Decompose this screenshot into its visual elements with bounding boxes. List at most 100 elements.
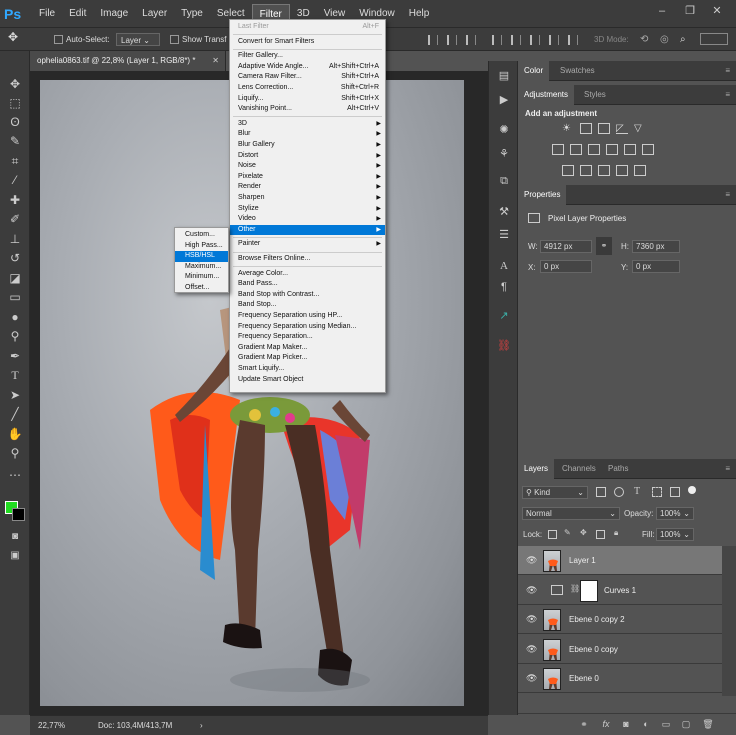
layer-name[interactable]: Ebene 0 copy 2	[569, 605, 625, 634]
filter-type-icon[interactable]: T	[634, 486, 640, 497]
panel-menu-icon[interactable]: ≡	[725, 90, 730, 99]
eraser-tool-icon[interactable]: ◪	[7, 270, 23, 286]
3d-rotate-icon[interactable]: ⟲	[640, 33, 648, 46]
filter-item-vanishing-point[interactable]: Vanishing Point... Alt+Ctrl+V	[230, 104, 385, 115]
filter-item-pixelate[interactable]: Pixelate ▶	[230, 172, 385, 183]
screen-mode-icon[interactable]: ▣	[7, 548, 23, 564]
filter-item-gradient-map-maker[interactable]: Gradient Map Maker...	[230, 343, 385, 354]
character-panel-icon[interactable]: A	[497, 259, 511, 273]
filter-item-browse-filters-online[interactable]: Browse Filters Online...	[230, 254, 385, 265]
add-style-icon[interactable]: fx	[600, 718, 612, 730]
layer-mask-thumbnail[interactable]	[580, 579, 598, 602]
3d-orbit-icon[interactable]: ◎	[660, 33, 669, 46]
align-center-icon[interactable]	[447, 35, 457, 45]
filter-item-blur[interactable]: Blur ▶	[230, 129, 385, 140]
hand-tool-icon[interactable]: ✋	[7, 426, 23, 442]
filter-item-3d[interactable]: 3D ▶	[230, 119, 385, 130]
more-tools-icon[interactable]: ⋯	[7, 467, 23, 483]
paragraph-panel-icon[interactable]: ¶	[497, 280, 511, 294]
filter-item-sharpen[interactable]: Sharpen ▶	[230, 193, 385, 204]
history-brush-icon[interactable]: ↺	[7, 250, 23, 266]
brushes-panel-icon[interactable]: ⚘	[497, 147, 511, 161]
filter-item-adaptive-wide-angle[interactable]: Adaptive Wide Angle... Alt+Shift+Ctrl+A	[230, 62, 385, 73]
distribute-top-icon[interactable]	[492, 35, 502, 45]
width-field[interactable]: 4912 px	[540, 240, 592, 253]
search-icon[interactable]: ⌕	[680, 33, 686, 46]
lock-position-icon[interactable]: ✥	[580, 528, 587, 537]
visibility-eye-icon[interactable]: 👁︎	[526, 644, 538, 654]
other-item-hsb-hsl[interactable]: HSB/HSL	[175, 251, 228, 262]
brush-settings-icon[interactable]: ✺	[497, 123, 511, 137]
distribute-middle-icon[interactable]	[511, 35, 521, 45]
filter-item-filter-gallery[interactable]: Filter Gallery...	[230, 51, 385, 62]
blur-tool-icon[interactable]: ●	[7, 309, 23, 325]
filter-shape-icon[interactable]	[652, 487, 662, 497]
layer-thumbnail[interactable]	[543, 550, 561, 572]
distribute-right-icon[interactable]	[568, 35, 578, 45]
vibrance-icon[interactable]: ▽	[634, 123, 646, 134]
menu-file[interactable]: File	[32, 4, 62, 24]
menu-image[interactable]: Image	[93, 4, 135, 24]
selective-color-icon[interactable]	[634, 165, 646, 176]
brush-tool-icon[interactable]: ✐	[7, 211, 23, 227]
close-icon[interactable]: ✕	[710, 4, 724, 18]
visibility-eye-icon[interactable]: 👁︎	[526, 614, 538, 624]
show-transform-checkbox[interactable]: Show Transf	[170, 33, 226, 46]
kind-filter-dropdown[interactable]: ⚲ Kind ⌄	[522, 486, 588, 499]
layer-thumbnail[interactable]	[543, 609, 561, 631]
filter-item-render[interactable]: Render ▶	[230, 182, 385, 193]
type-tool-icon[interactable]: T	[7, 367, 23, 383]
document-tab[interactable]: ophelia0863.tif @ 22,8% (Layer 1, RGB/8*…	[30, 51, 226, 71]
zoom-tool-icon[interactable]: ⚲	[7, 445, 23, 461]
brightness-icon[interactable]: ☀	[562, 123, 574, 134]
threshold-icon[interactable]	[598, 165, 610, 176]
other-item-maximum[interactable]: Maximum...	[175, 262, 228, 273]
filter-item-lens-correction[interactable]: Lens Correction... Shift+Ctrl+R	[230, 83, 385, 94]
pen-tool-icon[interactable]: ✒	[7, 348, 23, 364]
adjust-sliders-icon[interactable]: ☰	[497, 228, 511, 242]
levels-icon[interactable]	[580, 123, 592, 134]
filter-item-band-stop-with-contrast[interactable]: Band Stop with Contrast...	[230, 290, 385, 301]
hue-sat-icon[interactable]	[552, 144, 564, 155]
photo-filter-icon[interactable]	[606, 144, 618, 155]
new-layer-icon[interactable]: ▢	[680, 718, 692, 730]
visibility-eye-icon[interactable]: 👁︎	[526, 555, 538, 565]
layer-row[interactable]: 👁︎ Ebene 0 copy	[518, 635, 722, 664]
layer-name[interactable]: Ebene 0	[569, 664, 599, 693]
opacity-field[interactable]: 100% ⌄	[656, 507, 694, 520]
filter-item-frequency-separation-using-hp[interactable]: Frequency Separation using HP...	[230, 311, 385, 322]
new-group-icon[interactable]: ▭	[660, 718, 672, 730]
layer-row[interactable]: 👁︎ Ebene 0 copy 2	[518, 605, 722, 634]
channel-mixer-icon[interactable]	[624, 144, 636, 155]
other-item-offset[interactable]: Offset...	[175, 283, 228, 294]
panel-menu-icon[interactable]: ≡	[725, 190, 730, 199]
link-layers-icon[interactable]: ⚭	[578, 718, 590, 730]
status-arrow-icon[interactable]: ›	[200, 721, 203, 730]
line-tool-icon[interactable]: ╱	[7, 406, 23, 422]
tab-paths[interactable]: Paths	[602, 459, 634, 479]
filter-item-frequency-separation-using-median[interactable]: Frequency Separation using Median...	[230, 322, 385, 333]
gradient-map-icon[interactable]	[616, 165, 628, 176]
menu-edit[interactable]: Edit	[62, 4, 93, 24]
menu-help[interactable]: Help	[402, 4, 437, 24]
y-field[interactable]: 0 px	[632, 260, 680, 273]
filter-item-stylize[interactable]: Stylize ▶	[230, 204, 385, 215]
filter-item-band-pass[interactable]: Band Pass...	[230, 279, 385, 290]
layer-name[interactable]: Ebene 0 copy	[569, 635, 618, 664]
tab-swatches[interactable]: Swatches	[554, 61, 601, 81]
minimize-icon[interactable]: –	[655, 4, 669, 18]
align-right-icon[interactable]	[466, 35, 476, 45]
filter-item-average-color[interactable]: Average Color...	[230, 269, 385, 280]
exposure-icon[interactable]: ◸	[616, 123, 628, 134]
invert-icon[interactable]	[562, 165, 574, 176]
healing-brush-icon[interactable]: ✚	[7, 192, 23, 208]
filter-item-gradient-map-picker[interactable]: Gradient Map Picker...	[230, 353, 385, 364]
delete-layer-icon[interactable]: 🗑︎	[702, 718, 714, 730]
tab-properties[interactable]: Properties	[518, 185, 567, 205]
filter-item-liquify[interactable]: Liquify... Shift+Ctrl+X	[230, 94, 385, 105]
zoom-level[interactable]: 22,77%	[38, 721, 65, 730]
tool-presets-icon[interactable]: ⚒	[497, 205, 511, 219]
panel-menu-icon[interactable]: ≡	[725, 66, 730, 75]
auto-select-dropdown[interactable]: Layer ⌄	[116, 33, 160, 46]
filter-item-painter[interactable]: Painter ▶	[230, 239, 385, 250]
